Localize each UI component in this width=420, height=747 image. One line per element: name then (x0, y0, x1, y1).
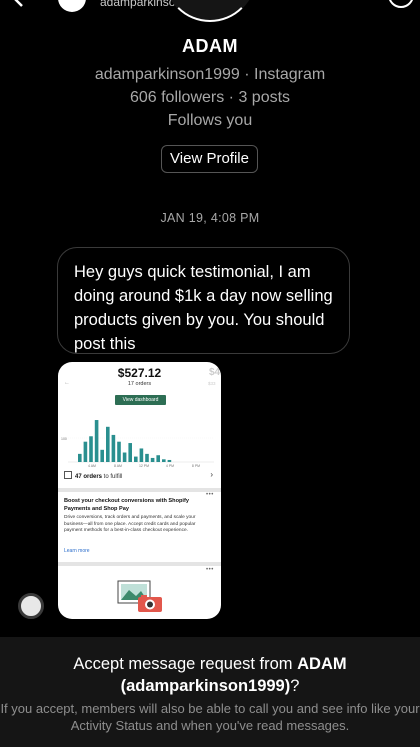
accept-title-suffix: ? (290, 677, 300, 695)
inner-more-icon: ••• (206, 567, 214, 573)
chart-bar (117, 441, 121, 462)
chart-bar (83, 441, 88, 462)
chart-bar (139, 448, 144, 462)
chart-bar (156, 455, 160, 462)
inner-fulfill-arrow-icon: › (210, 470, 213, 479)
inner-fulfill-suffix: to fulfill (102, 474, 123, 480)
chart-bar (111, 434, 116, 462)
chart-bar (94, 420, 99, 462)
inner-card-body: Drive conversions, track orders and paym… (64, 515, 196, 534)
chart-bar (134, 456, 138, 462)
inner-divider (58, 562, 221, 566)
inner-divider (58, 488, 221, 492)
profile-summary: ADAM adamparkinson1999 · Instagram 606 f… (0, 36, 420, 130)
chart-bar (106, 426, 110, 462)
shared-image-message[interactable]: ← $527.12 17 orders $4 $33 View dashboar… (58, 362, 221, 619)
message-timestamp: JAN 19, 4:08 PM (160, 211, 260, 225)
chart-bar (122, 452, 127, 462)
accept-request-note: If you accept, members will also be able… (0, 701, 420, 733)
info-icon[interactable] (388, 0, 414, 8)
chart-bar (145, 453, 149, 462)
message-bubble[interactable]: Hey guys quick testimonial, I am doing a… (57, 247, 350, 354)
inner-next-sub: $33 (208, 381, 216, 386)
chart-bar (150, 457, 155, 462)
accept-title-prefix: Accept message request from (73, 655, 298, 673)
accept-title-name: ADAM (297, 655, 347, 673)
chart-y-tick: 100 (61, 437, 67, 441)
chart-bar (78, 453, 82, 462)
inner-more-icon: ••• (206, 492, 214, 498)
inner-camera-illustration-icon (117, 580, 162, 612)
inner-box-icon (64, 471, 72, 479)
chart-bar (100, 449, 104, 462)
chart-bar (128, 443, 132, 462)
chart-x-tick: 4 AM (88, 464, 96, 468)
profile-name: ADAM (182, 36, 238, 56)
inner-sales-chart: 100 4 AM 8 AM 12 PM 4 PM 8 PM (61, 420, 214, 468)
chart-x-tick: 12 PM (139, 464, 149, 468)
view-profile-button[interactable]: View Profile (161, 145, 258, 173)
accept-title-handle: (adamparkinson1999) (120, 677, 291, 695)
header-avatar[interactable] (58, 0, 86, 12)
inner-next-amount: $4 (209, 367, 221, 378)
inner-learn-more-link: Learn more (64, 548, 90, 554)
profile-stats: 606 followers · 3 posts (129, 89, 291, 106)
inner-fulfill-row: 47 orders to fulfill › (64, 470, 219, 485)
message-request-panel: Accept message request from ADAM (adampa… (0, 637, 420, 747)
inner-order-count: 17 orders (127, 381, 152, 387)
profile-relation: Follows you (167, 112, 253, 129)
chart-bar (167, 459, 172, 462)
chart-x-tick: 8 PM (192, 464, 200, 468)
inner-card-title: Boost your checkout conversions with Sho… (64, 498, 189, 512)
back-chevron-icon[interactable] (8, 0, 28, 8)
inner-sales-amount: $527.12 (117, 366, 162, 380)
chart-x-tick: 8 AM (114, 464, 122, 468)
inner-fulfill-count: 47 orders (75, 474, 103, 480)
chart-bar (89, 436, 93, 462)
profile-handle: adamparkinson1999 · Instagram (94, 66, 326, 83)
chart-x-tick: 4 PM (166, 464, 174, 468)
sender-avatar[interactable] (18, 593, 44, 619)
inner-view-dashboard-button: View dashboard (115, 395, 166, 405)
accept-request-title: Accept message request from ADAM (adampa… (0, 653, 420, 697)
chart-bar (162, 459, 166, 462)
